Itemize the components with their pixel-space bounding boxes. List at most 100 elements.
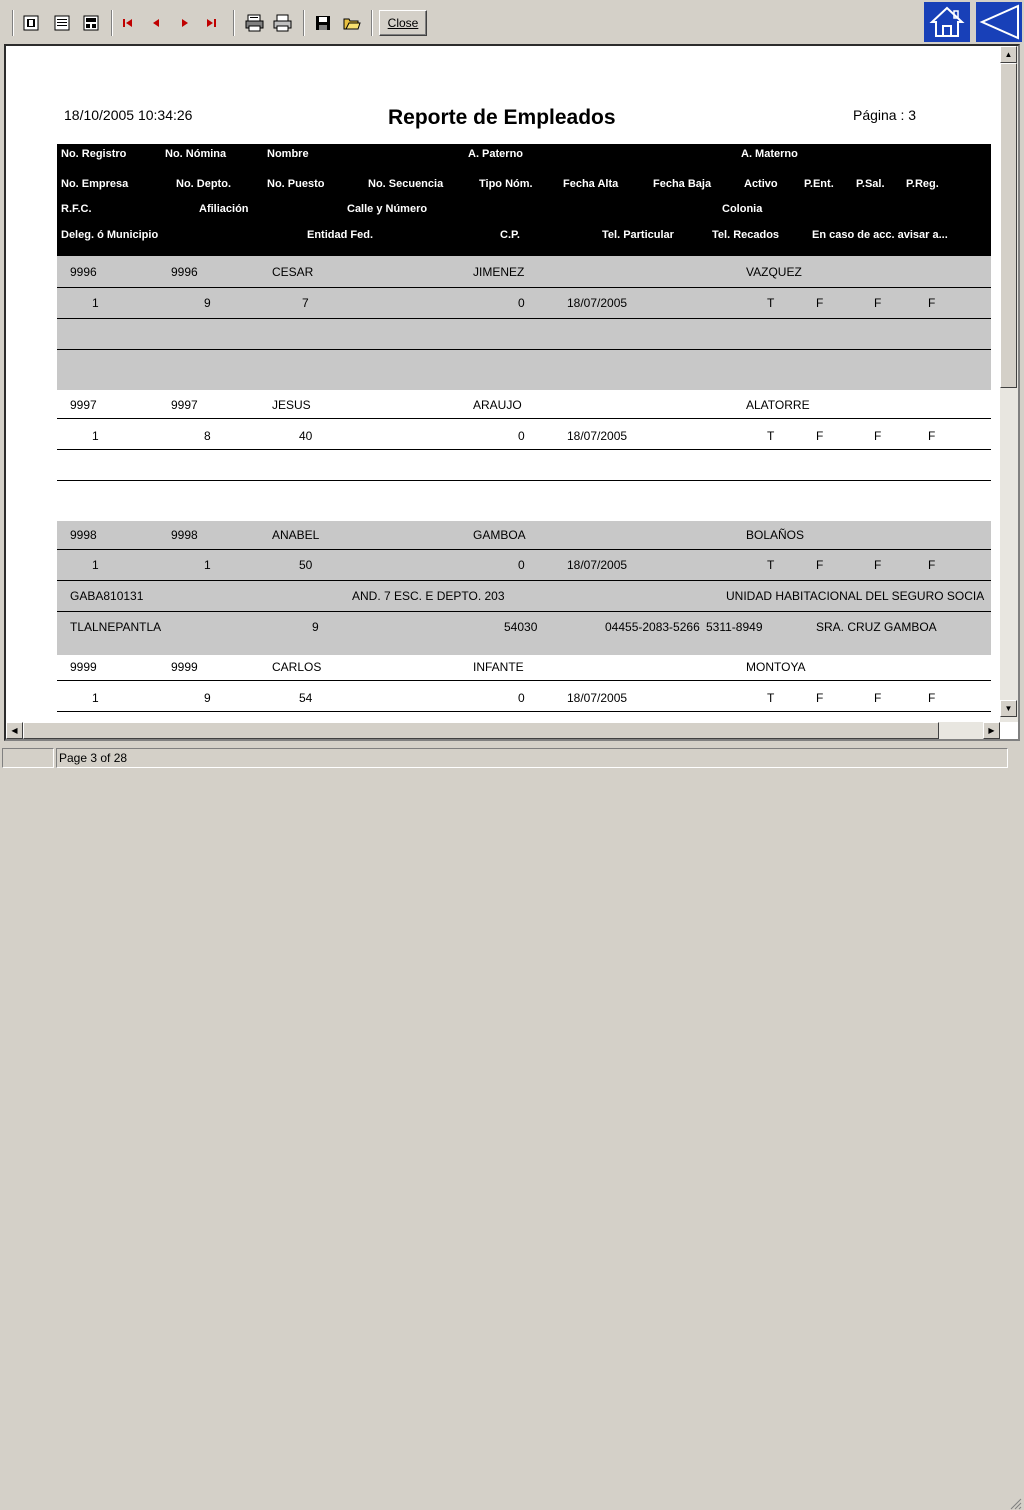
- table-cell: F: [816, 558, 824, 572]
- vertical-scroll-thumb[interactable]: [1000, 63, 1017, 388]
- table-cell: 9999: [171, 660, 198, 674]
- col-fecha-alta: Fecha Alta: [563, 178, 619, 190]
- col-tel-recados: Tel. Recados: [712, 229, 780, 241]
- table-cell: 0: [518, 429, 525, 443]
- status-bar: Page 3 of 28: [0, 744, 1024, 1510]
- table-cell: 0: [518, 296, 525, 310]
- two-page-icon[interactable]: [51, 12, 73, 34]
- table-cell: 1: [204, 558, 211, 572]
- multi-page-icon[interactable]: [80, 12, 102, 34]
- table-cell: 18/07/2005: [567, 296, 628, 310]
- horizontal-scroll-thumb[interactable]: [23, 722, 939, 739]
- table-cell: CARLOS: [272, 660, 322, 674]
- table-cell: 50: [299, 558, 313, 572]
- table-cell: MONTOYA: [746, 660, 806, 674]
- status-pane-blank: [2, 748, 54, 768]
- table-cell: F: [874, 558, 882, 572]
- back-arrow-icon: [979, 4, 1019, 40]
- table-cell: 0: [518, 691, 525, 705]
- col-no-depto: No. Depto.: [176, 178, 231, 190]
- table-cell: AND. 7 ESC. E DEPTO. 203: [352, 589, 505, 603]
- table-cell: 04455-2083-5266: [605, 620, 700, 634]
- col-colonia: Colonia: [722, 203, 763, 215]
- table-cell: 0: [518, 558, 525, 572]
- table-cell: 18/07/2005: [567, 558, 628, 572]
- report-viewport: 18/10/2005 10:34:26 Reporte de Empleados…: [4, 44, 1020, 741]
- col-a-paterno: A. Paterno: [468, 148, 524, 160]
- table-cell: F: [816, 429, 824, 443]
- table-cell: 9998: [70, 528, 97, 542]
- table-cell: INFANTE: [473, 660, 524, 674]
- scroll-left-button[interactable]: ◀: [6, 722, 23, 739]
- row-divider: [57, 611, 991, 612]
- report-title: Reporte de Empleados: [388, 106, 616, 129]
- table-cell: 9997: [171, 398, 198, 412]
- col-no-empresa: No. Empresa: [61, 178, 129, 190]
- close-button[interactable]: Close: [379, 10, 427, 36]
- report-page: 18/10/2005 10:34:26 Reporte de Empleados…: [6, 46, 999, 722]
- table-cell: 40: [299, 429, 313, 443]
- next-page-icon[interactable]: [176, 12, 194, 34]
- scroll-down-button[interactable]: ▼: [1000, 700, 1017, 717]
- col-p-sal: P.Sal.: [856, 178, 885, 190]
- toolbar: Close: [0, 0, 1024, 44]
- table-cell: UNIDAD HABITACIONAL DEL SEGURO SOCIA: [726, 589, 985, 603]
- toolbar-separator: [111, 10, 113, 36]
- col-fecha-baja: Fecha Baja: [653, 178, 712, 190]
- last-page-icon[interactable]: [202, 12, 220, 34]
- table-cell: F: [874, 429, 882, 443]
- table-cell: ARAUJO: [473, 398, 522, 412]
- vertical-scrollbar[interactable]: ▲ ▼: [1000, 46, 1018, 722]
- one-page-icon[interactable]: [20, 12, 42, 34]
- row-divider: [57, 418, 991, 419]
- prev-page-icon[interactable]: [147, 12, 165, 34]
- horizontal-scrollbar[interactable]: ◀ ▶: [6, 722, 1000, 739]
- table-cell: T: [767, 691, 775, 705]
- col-p-ent: P.Ent.: [804, 178, 834, 190]
- table-cell: 54: [299, 691, 313, 705]
- col-entidad-fed: Entidad Fed.: [307, 229, 373, 241]
- table-cell: ANABEL: [272, 528, 320, 542]
- resize-grip-icon[interactable]: [1008, 1496, 1022, 1510]
- page-info: Page 3 of 28: [56, 748, 1008, 768]
- table-cell: T: [767, 429, 775, 443]
- print-icon[interactable]: [271, 12, 295, 34]
- scroll-up-button[interactable]: ▲: [1000, 46, 1017, 63]
- table-cell: SRA. CRUZ GAMBOA: [816, 620, 937, 634]
- table-cell: 9998: [171, 528, 198, 542]
- table-cell: GABA810131: [70, 589, 144, 603]
- col-no-nomina: No. Nómina: [165, 148, 227, 160]
- col-p-reg: P.Reg.: [906, 178, 939, 190]
- row-divider: [57, 449, 991, 450]
- table-cell: 1: [92, 296, 99, 310]
- table-cell: 9: [204, 296, 211, 310]
- table-cell: VAZQUEZ: [746, 265, 802, 279]
- save-icon[interactable]: [312, 12, 334, 34]
- table-cell: T: [767, 558, 775, 572]
- table-cell: 54030: [504, 620, 538, 634]
- col-calle-numero: Calle y Número: [347, 203, 428, 215]
- open-icon[interactable]: [340, 12, 364, 34]
- col-a-materno: A. Materno: [741, 148, 798, 160]
- table-cell: 18/07/2005: [567, 429, 628, 443]
- scroll-right-button[interactable]: ▶: [983, 722, 1000, 739]
- table-cell: F: [928, 691, 936, 705]
- first-page-icon[interactable]: [119, 12, 137, 34]
- col-cp: C.P.: [500, 229, 520, 241]
- col-deleg-municipio: Deleg. ó Municipio: [61, 229, 159, 241]
- toolbar-separator: [303, 10, 305, 36]
- table-cell: BOLAÑOS: [746, 528, 805, 542]
- home-button[interactable]: [924, 2, 970, 42]
- back-button[interactable]: [976, 2, 1022, 42]
- toolbar-separator: [233, 10, 235, 36]
- col-no-puesto: No. Puesto: [267, 178, 325, 190]
- table-cell: 18/07/2005: [567, 691, 628, 705]
- table-cell: ALATORRE: [746, 398, 810, 412]
- col-nombre: Nombre: [267, 148, 309, 160]
- table-cell: F: [874, 296, 882, 310]
- table-cell: 8: [204, 429, 211, 443]
- table-cell: CESAR: [272, 265, 314, 279]
- table-cell: TLALNEPANTLA: [70, 620, 162, 634]
- table-cell: 9996: [171, 265, 198, 279]
- print-setup-icon[interactable]: [243, 12, 267, 34]
